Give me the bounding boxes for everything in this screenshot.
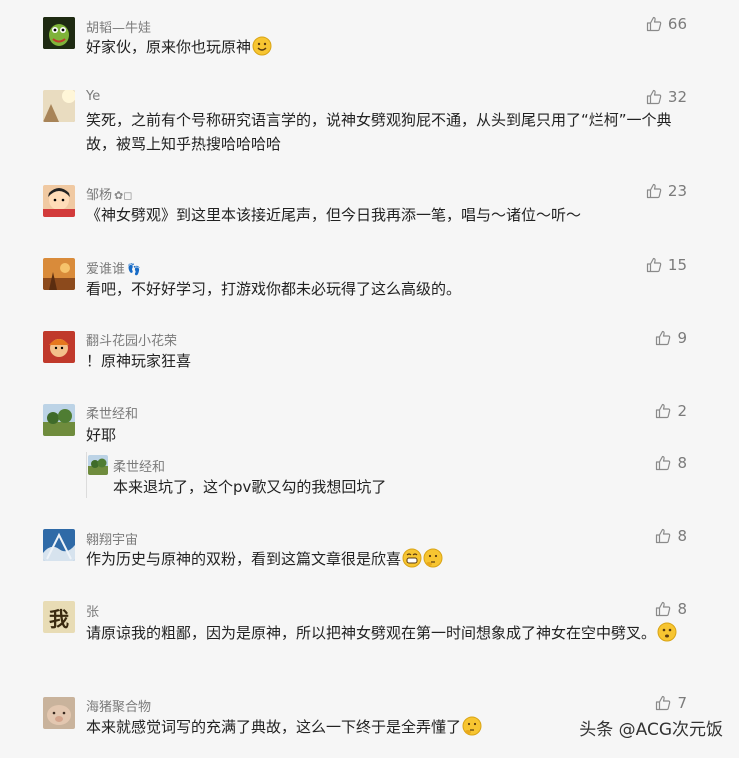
- smile-emoji-icon: [252, 36, 272, 56]
- like-count: 15: [667, 256, 687, 274]
- comment-author[interactable]: Ye: [86, 89, 100, 104]
- comment-author[interactable]: 柔世经和: [86, 403, 138, 422]
- comment-author[interactable]: 翱翔宇宙: [86, 529, 138, 548]
- comment-text: 看吧，不好好学习，打游戏你都未必玩得了这么高级的。: [86, 280, 462, 298]
- thumbs-up-icon: [646, 89, 662, 105]
- avatar-glyph: 我: [49, 606, 69, 631]
- thumbs-up-icon: [656, 330, 671, 346]
- like-button[interactable]: 8: [655, 454, 687, 472]
- avatar[interactable]: [43, 529, 75, 561]
- footprint-icon: 👣: [127, 263, 141, 276]
- like-button[interactable]: 2: [655, 402, 687, 420]
- avatar[interactable]: [43, 404, 75, 436]
- like-count: 8: [677, 600, 687, 618]
- like-button[interactable]: 66: [646, 15, 687, 33]
- avatar[interactable]: [43, 90, 75, 122]
- reply-divider: [86, 452, 87, 498]
- comment-text: 好耶: [86, 426, 117, 444]
- comment-text: 笑死，之前有个号称研究语言学的，说神女劈观狗屁不通，从头到尾只用了“烂柯”一个典…: [86, 111, 672, 153]
- comment-author[interactable]: 柔世经和: [113, 456, 165, 475]
- avatar[interactable]: [43, 697, 75, 729]
- thumbs-up-icon: [646, 257, 662, 273]
- like-count: 23: [667, 182, 687, 200]
- thumbs-up-icon: [656, 601, 671, 617]
- like-count: 8: [677, 527, 687, 545]
- like-button[interactable]: 32: [646, 88, 687, 106]
- grin-emoji-icon: [402, 548, 422, 568]
- comment-author[interactable]: 张: [86, 601, 99, 620]
- thumbs-up-icon: [656, 528, 671, 544]
- like-count: 8: [677, 454, 687, 472]
- comment-author[interactable]: 邹杨 ✿◻: [86, 184, 132, 203]
- avatar[interactable]: [88, 455, 108, 475]
- avatar[interactable]: [43, 331, 75, 363]
- thumbs-up-icon: [656, 455, 671, 471]
- like-count: 7: [677, 694, 687, 712]
- comment-text: 《神女劈观》到这里本该接近尾声，但今日我再添一笔，唱与～诸位～听～: [86, 206, 582, 224]
- like-button[interactable]: 23: [646, 182, 687, 200]
- thinking-emoji-icon: [423, 548, 443, 568]
- like-button[interactable]: 7: [655, 694, 687, 712]
- thinking-emoji-icon: [462, 716, 482, 736]
- thumbs-up-icon: [656, 695, 671, 711]
- watermark: 头条 @ACG次元饭: [579, 720, 723, 740]
- comment-text: 本来退坑了，这个pv歌又勾的我想回坑了: [113, 478, 387, 496]
- comment-text: 作为历史与原神的双粉，看到这篇文章很是欣喜: [86, 547, 676, 571]
- comment-author[interactable]: 爱谁谁 👣: [86, 258, 141, 277]
- thumbs-up-icon: [646, 16, 662, 32]
- comment-text: 好家伙，原来你也玩原神: [86, 35, 646, 59]
- tag-icon: ✿◻: [114, 189, 133, 202]
- comment-text: ！原神玩家狂喜: [86, 352, 192, 370]
- avatar[interactable]: [43, 185, 75, 217]
- comment-author[interactable]: 翻斗花园小花荣: [86, 330, 177, 349]
- thumbs-up-icon: [656, 403, 671, 419]
- comment-author[interactable]: 海猪聚合物: [86, 696, 151, 715]
- avatar[interactable]: [43, 258, 75, 290]
- avatar[interactable]: [43, 17, 75, 49]
- like-count: 9: [677, 329, 687, 347]
- like-button[interactable]: 15: [646, 256, 687, 274]
- like-count: 32: [667, 88, 687, 106]
- comment-text: 本来就感觉词写的充满了典故，这么一下终于是全弄懂了: [86, 715, 646, 739]
- confused-emoji-icon: [657, 622, 677, 642]
- like-count: 2: [677, 402, 687, 420]
- comment-text: 请原谅我的粗鄙，因为是原神，所以把神女劈观在第一时间想象成了神女在空中劈叉。: [86, 621, 686, 645]
- comment-author[interactable]: 胡韬—牛娃: [86, 17, 151, 36]
- like-button[interactable]: 8: [655, 527, 687, 545]
- like-button[interactable]: 8: [655, 600, 687, 618]
- thumbs-up-icon: [646, 183, 662, 199]
- like-button[interactable]: 9: [655, 329, 687, 347]
- avatar[interactable]: 我: [43, 601, 75, 633]
- like-count: 66: [667, 15, 687, 33]
